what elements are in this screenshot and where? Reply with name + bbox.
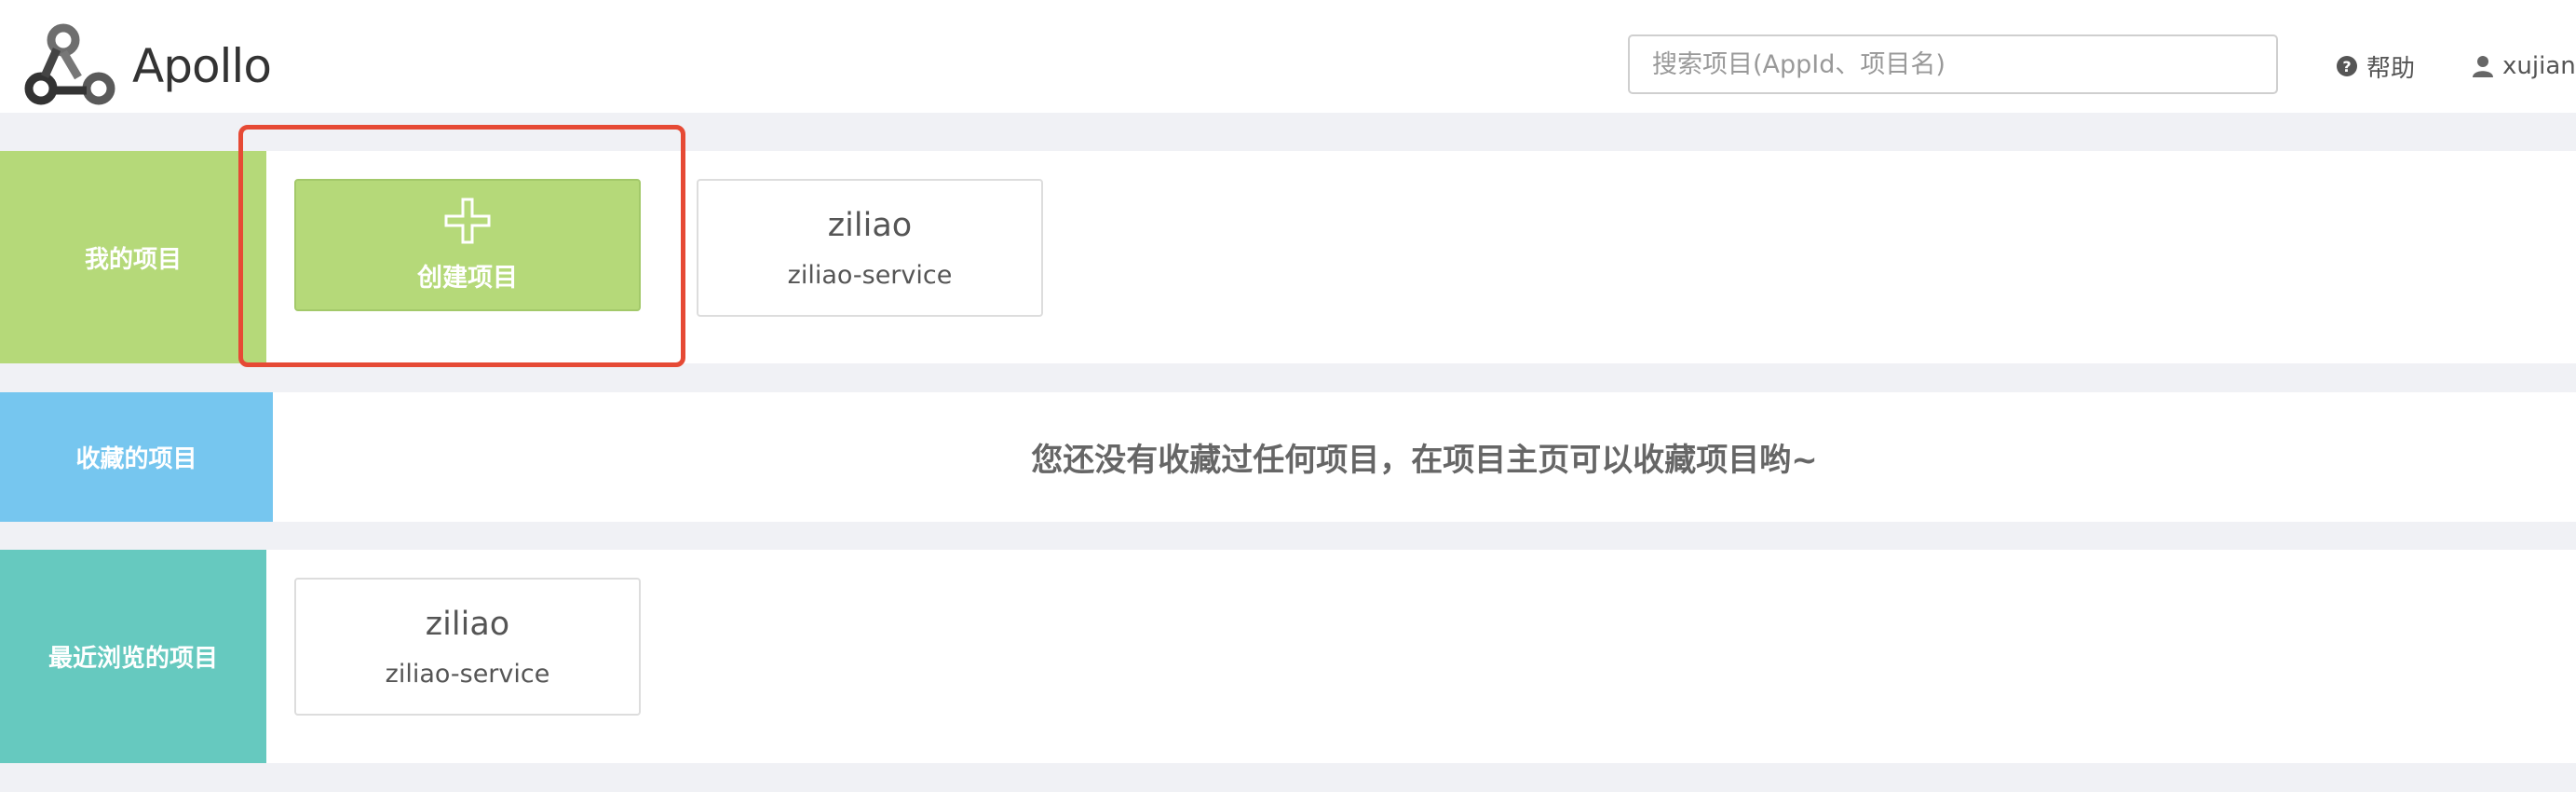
user-menu[interactable]: xujian0 bbox=[2473, 48, 2576, 85]
create-project-button[interactable]: 创建项目 bbox=[294, 179, 641, 311]
favorites-empty-message: 您还没有收藏过任何项目，在项目主页可以收藏项目哟~ bbox=[1031, 442, 1818, 479]
apollo-logo[interactable]: Apollo bbox=[24, 23, 272, 109]
project-name: ziliao bbox=[827, 206, 913, 244]
user-icon bbox=[2473, 56, 2493, 77]
help-link[interactable]: ? 帮助 bbox=[2337, 48, 2415, 85]
question-circle-icon: ? bbox=[2337, 56, 2357, 76]
search-input[interactable] bbox=[1628, 34, 2278, 94]
project-name: ziliao bbox=[425, 605, 510, 643]
browser-bookmark-strip bbox=[0, 0, 2576, 21]
my-projects-label: 我的项目 bbox=[0, 151, 266, 363]
favorite-projects-label: 收藏的项目 bbox=[0, 392, 273, 522]
apollo-logo-icon bbox=[24, 23, 115, 105]
recent-projects-section: 最近浏览的项目 ziliao ziliao-service bbox=[0, 550, 2576, 763]
my-projects-section: 我的项目 创建项目 ziliao ziliao-service bbox=[0, 151, 2576, 363]
logo-text: Apollo bbox=[132, 39, 272, 93]
plus-icon bbox=[444, 198, 491, 243]
create-project-label: 创建项目 bbox=[417, 263, 518, 293]
top-navbar: Apollo ? 帮助 xujian0 bbox=[0, 20, 2576, 113]
recent-project-card[interactable]: ziliao ziliao-service bbox=[294, 578, 641, 716]
favorite-projects-section: 收藏的项目 您还没有收藏过任何项目，在项目主页可以收藏项目哟~ bbox=[0, 392, 2576, 522]
help-label: 帮助 bbox=[2366, 54, 2416, 83]
project-card[interactable]: ziliao ziliao-service bbox=[697, 179, 1043, 317]
project-app-id: ziliao-service bbox=[787, 260, 953, 290]
user-name: xujian0 bbox=[2502, 52, 2576, 80]
project-app-id: ziliao-service bbox=[385, 659, 550, 689]
recent-projects-label: 最近浏览的项目 bbox=[0, 550, 266, 763]
